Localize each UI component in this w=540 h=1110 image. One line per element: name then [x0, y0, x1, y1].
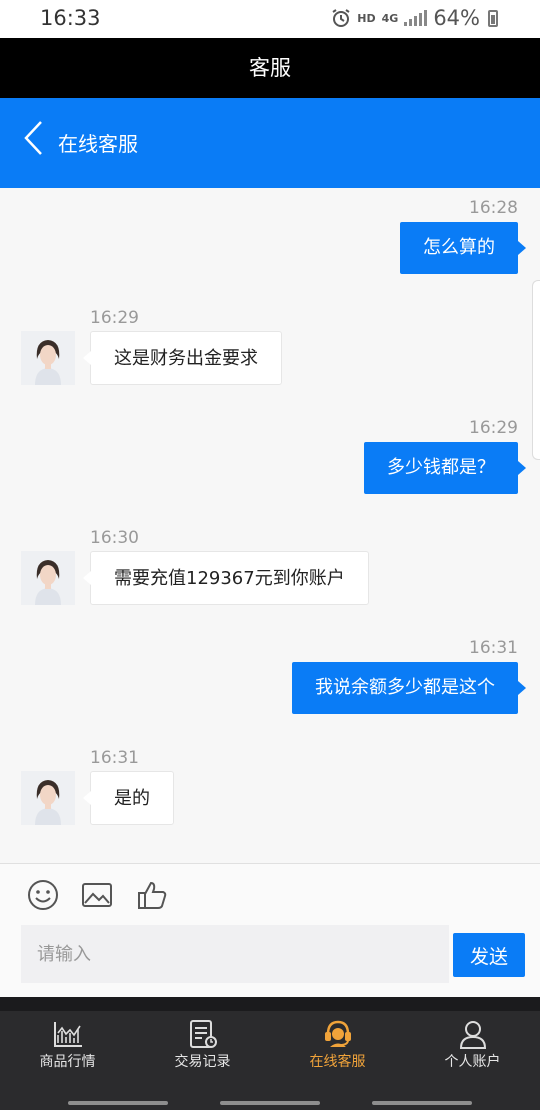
nav-handle	[220, 1101, 320, 1105]
avatar	[21, 771, 75, 825]
smiley-icon	[28, 880, 58, 910]
status-time: 16:33	[40, 6, 101, 30]
message-time: 16:30	[90, 528, 139, 548]
alarm-icon	[332, 9, 350, 27]
like-button[interactable]	[135, 878, 169, 912]
person-icon	[459, 1021, 486, 1049]
nav-handle	[68, 1101, 168, 1105]
message-time: 16:28	[469, 198, 518, 218]
status-icons: HD 4G 64%	[331, 6, 498, 30]
message-bubble-outgoing: 多少钱都是？	[364, 442, 526, 494]
tab-label: 在线客服	[309, 1054, 366, 1070]
message-bubble-incoming: 这是财务出金要求	[83, 331, 282, 385]
send-button[interactable]: 发送	[453, 933, 525, 977]
message-bubble-incoming: 是的	[83, 771, 174, 825]
chat-messages[interactable]: 16:28 怎么算的 16:29 这是财务出金要求 16:29 多少钱都是？ 1…	[0, 188, 540, 863]
image-button[interactable]	[80, 878, 114, 912]
composer: 发送	[0, 863, 540, 997]
tab-market[interactable]: 商品行情	[0, 1019, 135, 1089]
tab-label: 交易记录	[174, 1054, 231, 1070]
tab-label: 商品行情	[39, 1054, 96, 1070]
message-time: 16:29	[90, 308, 139, 328]
chevron-left-icon	[24, 121, 42, 155]
network-indicator: 4G	[381, 11, 399, 25]
app-title-bar: 客服	[0, 38, 540, 98]
signal-icon	[404, 10, 428, 26]
tab-trade-records[interactable]: 交易记录	[135, 1019, 270, 1089]
message-bubble-outgoing: 我说余额多少都是这个	[292, 662, 526, 714]
message-bubble-outgoing: 怎么算的	[400, 222, 526, 274]
avatar	[21, 331, 75, 385]
nav-handle	[372, 1101, 472, 1105]
tab-account[interactable]: 个人账户	[405, 1019, 540, 1089]
image-icon	[82, 883, 112, 907]
message-bubble-incoming: 需要充值129367元到你账户	[83, 551, 369, 605]
record-icon	[189, 1020, 217, 1048]
tab-label: 个人账户	[444, 1054, 501, 1070]
emoji-button[interactable]	[26, 878, 60, 912]
thumbs-up-icon	[138, 881, 167, 909]
message-input[interactable]	[21, 925, 449, 983]
battery-icon	[488, 9, 498, 27]
message-time: 16:31	[469, 638, 518, 658]
page-title: 在线客服	[58, 132, 138, 156]
hd-indicator: HD	[357, 11, 376, 25]
bottom-tab-bar: 商品行情 交易记录 在线客服 个人账户	[0, 997, 540, 1110]
scroll-indicator[interactable]	[532, 280, 540, 460]
chat-header: 在线客服	[0, 98, 540, 188]
avatar	[21, 551, 75, 605]
tab-customer-service[interactable]: 在线客服	[270, 1019, 405, 1089]
message-time: 16:29	[469, 418, 518, 438]
back-button[interactable]	[20, 118, 50, 158]
battery-percent: 64%	[433, 6, 480, 30]
status-bar: 16:33 HD 4G 64%	[0, 0, 540, 38]
app-title: 客服	[249, 56, 291, 80]
chart-icon	[53, 1022, 82, 1047]
message-time: 16:31	[90, 748, 139, 768]
headset-icon	[324, 1020, 351, 1047]
